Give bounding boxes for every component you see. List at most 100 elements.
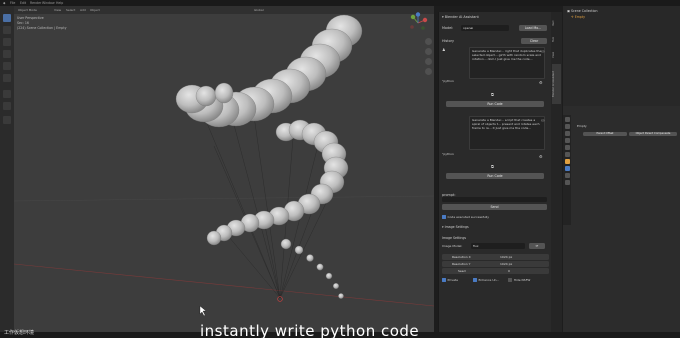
user-icon: ⚇ [541,118,545,123]
clear-history-button[interactable]: Clear [521,38,547,44]
outliner: ▣ Scene Collection ✛ Empty [563,6,680,106]
camera-icon[interactable] [425,58,432,65]
outliner-scene-row[interactable]: ▣ Scene Collection [567,9,598,13]
load-models-button[interactable]: Load Mo... [519,25,547,31]
measure-tool-icon[interactable] [3,102,11,110]
resolution-x-field[interactable]: Resolution X 1024 px [442,254,549,260]
tab-view[interactable]: View [552,48,561,62]
run-code-button[interactable]: Run Code [446,101,544,107]
add-menu[interactable]: Add [80,8,86,12]
status-message: Code executed successfully [442,215,548,219]
user-avatar-icon: ♟ [442,47,446,52]
transform-tool-icon[interactable] [3,74,11,82]
tool-shelf [0,6,14,338]
object-mode-dropdown[interactable]: Object Mode [18,8,37,12]
select-menu[interactable]: Select [66,8,75,12]
copy-icon[interactable]: ⧉ [491,164,494,169]
parent-offset-button[interactable]: Parent Offset [583,132,627,136]
select-tool-icon[interactable] [3,14,11,22]
private-label: Private [447,278,458,282]
object-menu[interactable]: Object [90,8,100,12]
chat-message-user: Generate a Blender... script that create… [469,116,545,150]
zoom-icon[interactable] [425,38,432,45]
user-icon: ⚇ [541,49,545,54]
hide-nsfw-checkbox[interactable] [508,278,513,282]
empty-object-icon: ✛ [571,15,574,19]
move-tool-icon[interactable] [3,38,11,46]
rotate-tool-icon[interactable] [3,50,11,58]
ai-assistant-panel: ▾ Blender AI Assistant Model: openai Loa… [438,12,551,332]
properties-tabs [563,115,571,225]
tab-blender-ai-assistant[interactable]: Blender AI Assistant [552,64,561,104]
image-settings-section[interactable]: ▾ Image Settings [442,225,548,229]
watermark-logo: 工作仮想环境 [4,330,35,336]
enhance-label: Enhance Un... [478,278,500,282]
sidebar-tabs: Item Tool View Blender AI Assistant [551,12,562,332]
copy-icon[interactable]: ⧉ [491,92,494,97]
model-label: Model: [442,26,454,30]
video-caption: instantly write python code [200,322,420,338]
constraints-props-icon[interactable] [564,173,570,178]
status-check-icon [442,215,446,219]
hide-nsfw-label: Hide NSFW [513,278,531,282]
world-props-icon[interactable] [564,152,570,157]
tab-tool[interactable]: Tool [552,32,561,46]
view-layer-props-icon[interactable] [564,138,570,143]
properties-editor: Empty Parent Offset Object Parent Compen… [563,106,680,338]
collapse-chevron-icon[interactable]: ▾ [442,225,444,229]
chat-message-user: Generate a Blender... right that duplica… [469,47,545,79]
cursor-tool-icon[interactable] [3,26,11,34]
data-props-icon[interactable] [564,180,570,185]
add-cube-tool-icon[interactable] [3,116,11,124]
output-props-icon[interactable] [564,131,570,136]
enhance-checkbox[interactable] [472,278,477,282]
menu-file[interactable]: File [10,1,15,5]
menu-render[interactable]: Render [30,1,41,5]
menu-help[interactable]: Help [56,1,63,5]
collapse-chevron-icon[interactable]: ▾ [442,15,444,19]
scene-props-icon[interactable] [564,145,570,150]
object-name-field[interactable]: Empty [577,124,587,128]
collection-label: (224) Scene Collection | Empty [17,26,67,30]
transform-orientation-dropdown[interactable]: Global [254,8,264,12]
view-menu[interactable]: View [54,8,61,12]
outliner-item-empty[interactable]: ✛ Empty [571,15,585,19]
panel-title: Blender AI Assistant [444,15,479,19]
send-button[interactable]: Send [442,204,547,210]
image-options-row: Private Enhance Un... Hide NSFW [442,278,548,282]
tab-item[interactable]: Item [552,16,561,30]
prompt-input[interactable] [442,197,547,202]
pan-hand-icon[interactable] [425,48,432,55]
assistant-icon: ⚙ [539,80,543,85]
viewport-info: User Perspective Sec: 16 (224) Scene Col… [17,16,66,31]
seed-field[interactable]: Seed 0 [442,268,549,274]
object-props-icon[interactable] [564,159,570,164]
physics-props-icon[interactable] [564,166,570,171]
panel-header: ▾ Blender AI Assistant [442,15,548,19]
image-model-dropdown[interactable]: flux [471,243,525,249]
resolution-y-field[interactable]: Resolution Y 1024 px [442,261,549,267]
collection-icon: ▣ [567,9,571,13]
parent-compensate-button[interactable]: Object Parent Compensate [629,132,677,136]
history-label: History [442,39,455,43]
viewport-nav-buttons [425,38,433,78]
3d-viewport[interactable] [14,6,434,332]
model-dropdown[interactable]: openai [461,25,509,31]
menu-edit[interactable]: Edit [20,1,26,5]
navigation-gizmo[interactable] [407,12,429,34]
code-block-label: "python [442,79,454,83]
menu-window[interactable]: Window [42,1,55,5]
refresh-icon[interactable]: ⟳ [529,243,545,249]
viewport-header: Object Mode View Select Add Object Globa… [14,6,434,14]
blender-logo-icon[interactable]: ◆ [3,1,5,5]
image-settings-label: Image Settings [442,236,467,240]
code-block-label: "python [442,152,454,156]
annotate-tool-icon[interactable] [3,90,11,98]
grid-view-icon[interactable] [425,68,432,75]
private-checkbox[interactable] [442,278,446,282]
scale-tool-icon[interactable] [3,62,11,70]
run-code-button[interactable]: Run Code [446,173,544,179]
render-props-icon[interactable] [564,124,570,129]
tool-props-icon[interactable] [564,117,570,122]
viewport-scene [14,14,434,317]
